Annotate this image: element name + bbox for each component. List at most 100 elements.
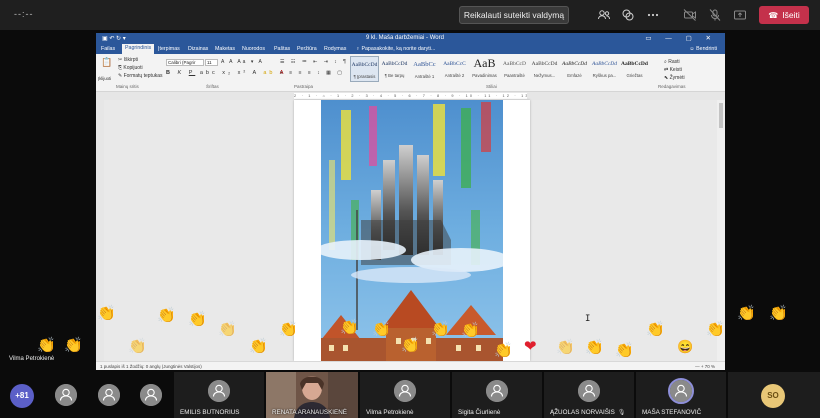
text-cursor-icon: I: [585, 314, 591, 324]
copy-button[interactable]: ⎘ Kopijuoti: [118, 65, 143, 71]
style-heading-2[interactable]: AaBbCcC Antraštė 2: [440, 56, 469, 82]
style-subtitle[interactable]: AaBbCcD Paantraštė: [500, 56, 529, 82]
style-intense-emphasis[interactable]: AaBbCcDd Ryškus pa...: [590, 56, 619, 82]
tab-references[interactable]: Nuorodos: [242, 46, 265, 52]
find-button[interactable]: ⌕ Rasti: [664, 58, 685, 66]
window-controls[interactable]: ▭ — ▢ ✕: [645, 34, 717, 42]
participant-strip: +81 EMILIS BUTNORIUS RENATA ARANAUSKIENĖ: [0, 372, 820, 418]
style-sample: AaB: [473, 56, 496, 70]
vertical-scrollbar[interactable]: [717, 100, 725, 361]
align-buttons[interactable]: ≡ ≡ ≡ ≡ ↕ ▦ ▢: [280, 70, 344, 76]
participant-tile[interactable]: ĄŽUOLAS NORVAIŠIS 🎙: [544, 372, 634, 418]
style-emphasis[interactable]: AaBbCcDd Emfazė: [560, 56, 589, 82]
font-size-buttons[interactable]: A A Aa ▾ A: [221, 59, 264, 65]
style-title[interactable]: AaB Pavadinimas: [470, 56, 499, 82]
style-name: Emfazė: [567, 73, 582, 78]
leave-button[interactable]: ☎ Išeiti: [759, 6, 809, 24]
tab-layout[interactable]: Maketas: [215, 46, 235, 52]
avatar-icon: [394, 380, 416, 402]
tab-insert[interactable]: Įterpimas: [158, 46, 180, 52]
style-sample: AaBbCcDd: [561, 61, 588, 67]
style-sample: AaBbCcDd: [621, 61, 648, 67]
style-subtle-emphasis[interactable]: AaBbCcDd Nežymus...: [530, 56, 559, 82]
style-sample: AaBbCcD: [503, 61, 526, 67]
font-size-select[interactable]: 11: [205, 59, 218, 66]
phone-hangup-icon: ☎: [768, 11, 779, 20]
request-control-button[interactable]: Reikalauti suteikti valdymą: [459, 6, 569, 24]
tab-design[interactable]: Dizainas: [188, 46, 208, 52]
participant-tile[interactable]: MAŠA STEFANOVIČ: [636, 372, 726, 418]
list-buttons[interactable]: ☰ ☷ ≔ ⇤ ⇥ ↕ ¶: [280, 59, 348, 65]
style-name: Ryškus pa...: [592, 73, 617, 78]
share-icon[interactable]: [733, 8, 747, 22]
font-name-select[interactable]: Calibri (Pagrir: [166, 59, 204, 66]
participant-name: ĄŽUOLAS NORVAIŠIS: [550, 409, 615, 416]
share-doc-button[interactable]: ☺ Bendrinti: [689, 46, 717, 52]
style-sample: AaBbCcDd: [381, 61, 408, 67]
select-button[interactable]: ⬉ Žymėti: [664, 74, 685, 82]
participant-name: Sigita Čiurlienė: [458, 409, 501, 416]
paste-label[interactable]: Įklijuoti: [98, 76, 111, 81]
style-sample: AaBbCcDd: [351, 62, 378, 68]
tab-view[interactable]: Rodymas: [324, 46, 346, 52]
participant-tile[interactable]: Vilma Petrokienė: [360, 372, 450, 418]
overflow-participants-badge[interactable]: +81: [10, 384, 34, 408]
tab-file[interactable]: Failas: [101, 46, 115, 52]
participant-tile[interactable]: SO: [728, 372, 820, 418]
document-page[interactable]: [294, 100, 530, 361]
zoom-control[interactable]: — + 70 %: [695, 364, 715, 369]
mic-off-icon[interactable]: [708, 8, 722, 22]
participant-name-row: ĄŽUOLAS NORVAIŠIS 🎙: [550, 409, 625, 416]
format-painter-button[interactable]: ✎ Formatų teptukas: [118, 73, 163, 79]
participant-name: Vilma Petrokienė: [366, 409, 414, 416]
leave-label: Išeiti: [782, 10, 800, 20]
cut-button[interactable]: ✂ Iškirpti: [118, 57, 138, 63]
document-area[interactable]: [104, 100, 717, 361]
font-format-buttons[interactable]: B K P abc x₂ x² A ab A: [166, 70, 286, 76]
status-info: 1 puslapis iš 1 Žodžių: 0 anglų (Jungtin…: [100, 364, 202, 369]
avatar-icon: [486, 380, 508, 402]
participant-name: MAŠA STEFANOVIČ: [642, 409, 702, 416]
style-name: ¶ Be tarpų: [384, 73, 405, 78]
tab-mailings[interactable]: Paštas: [274, 46, 290, 52]
shared-screen: ▣ ↶ ↻ ▾ 9 kl. Maša darbžemiai - Word ▭ —…: [96, 33, 725, 370]
avatar-icon: [208, 380, 230, 402]
participant-tile[interactable]: [130, 372, 172, 418]
horizontal-ruler[interactable]: 2 · 1 · ⌂ · 1 · 2 · 3 · 4 · 5 · 6 · 7 · …: [96, 92, 725, 100]
editing-group-label: Redagavimas: [658, 84, 686, 89]
chat-icon[interactable]: [621, 8, 635, 22]
people-icon[interactable]: [597, 8, 611, 22]
style-strong[interactable]: AaBbCcDd Griežtas: [620, 56, 649, 82]
word-title-bar: ▣ ↶ ↻ ▾ 9 kl. Maša darbžemiai - Word ▭ —…: [96, 33, 725, 44]
participant-tile[interactable]: Sigita Čiurlienė: [452, 372, 542, 418]
vertical-ruler[interactable]: [96, 100, 104, 361]
quick-access-icons[interactable]: ▣ ↶ ↻ ▾: [102, 35, 126, 42]
style-sample: AaBbCcC: [443, 61, 466, 67]
style-name: Pavadinimas: [472, 73, 497, 78]
tell-me-box[interactable]: ♀ Papasakokite, ką norite daryti...: [356, 46, 435, 52]
clap-reaction-icon: 👏: [37, 337, 56, 354]
replace-button[interactable]: ⇄ Keisti: [664, 66, 685, 74]
clap-reaction-icon: 👏: [737, 305, 756, 322]
camera-off-icon[interactable]: [683, 8, 697, 22]
clipboard-group-label: Mainų sritis: [116, 84, 139, 89]
scrollbar-thumb[interactable]: [719, 103, 723, 128]
participant-tile[interactable]: [88, 372, 130, 418]
cut-label: Iškirpti: [123, 57, 139, 63]
participant-name: EMILIS BUTNORIUS: [180, 409, 240, 416]
more-icon[interactable]: [646, 8, 660, 22]
participant-tile[interactable]: EMILIS BUTNORIUS: [174, 372, 264, 418]
tab-review[interactable]: Peržiūra: [297, 46, 317, 52]
style-heading-1[interactable]: AaBbCc Antraštė 1: [410, 56, 439, 82]
style-normal[interactable]: AaBbCcDd ¶ Įprastasis: [350, 56, 379, 82]
ribbon: 📋 Įklijuoti ✂ Iškirpti ⎘ Kopijuoti ✎ For…: [96, 54, 725, 92]
style-name: Griežtas: [626, 73, 643, 78]
participant-name: RENATA ARANAUSKIENĖ: [272, 409, 347, 416]
participant-video-tile[interactable]: RENATA ARANAUSKIENĖ: [266, 372, 358, 418]
format-painter-label: Formatų teptukas: [123, 73, 163, 79]
style-sample: AaBbCc: [413, 61, 436, 68]
tab-home[interactable]: Pagrindinis: [122, 44, 155, 54]
participant-tile[interactable]: [44, 372, 88, 418]
style-no-spacing[interactable]: AaBbCcDd ¶ Be tarpų: [380, 56, 409, 82]
ruler-scale: 2 · 1 · ⌂ · 1 · 2 · 3 · 4 · 5 · 6 · 7 · …: [294, 93, 527, 99]
